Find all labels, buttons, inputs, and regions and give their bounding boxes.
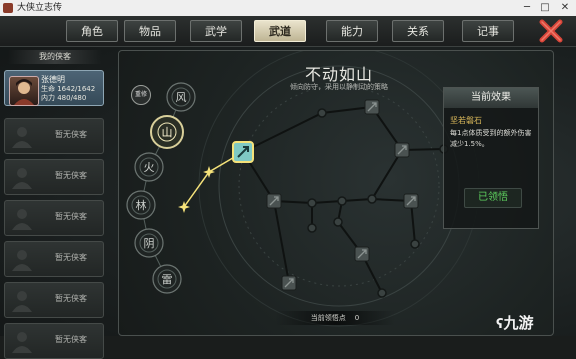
empty-slot-label: 暂无侠客 [55,294,87,303]
hero-sidebar: 我的侠客 张德明 生命 1642/1642 内力 480/480 暂无侠客暂无侠… [0,48,110,359]
locked-skill-icon[interactable] [354,246,370,262]
locked-skill-icon[interactable] [266,193,282,209]
tab-journal[interactable]: 记事 [462,20,514,42]
window-close-button[interactable]: ✕ [558,0,572,16]
insight-points-value: 0 [354,314,360,322]
stance-node[interactable]: 雷 [152,264,182,294]
effect-name: 坚若磐石 [450,116,482,125]
hero-slot-empty[interactable]: 暂无侠客 [4,159,104,195]
maximize-button[interactable]: □ [538,0,552,16]
effect-header: 当前效果 [444,88,538,108]
stance-node[interactable]: 火 [134,152,164,182]
star-icon [203,166,215,178]
skill-node[interactable] [307,198,317,208]
window-title: 大侠立志传 [17,3,63,13]
silhouette-icon [12,168,32,189]
stance-label: 雷 [162,273,173,286]
hero-slot-empty[interactable]: 暂无侠客 [4,118,104,154]
star-icon [178,201,190,213]
effect-description: 每1点体质受到的额外伤害减少1.5%。 [450,129,532,148]
stance-label: 林 [136,198,147,212]
hero-slot-empty[interactable]: 暂无侠客 [4,241,104,277]
hero-slot-empty[interactable]: 暂无侠客 [4,323,104,359]
app-icon [3,3,13,13]
silhouette-icon [12,209,32,230]
empty-slot-label: 暂无侠客 [55,253,87,262]
tab-bar: 角色 物品 武学 武道 能力 关系 记事 [0,16,576,47]
realm-badge[interactable]: 重修 [131,85,151,105]
skill-node[interactable] [410,239,420,249]
skill-node[interactable] [337,196,347,206]
sidebar-header: 我的侠客 [8,50,102,64]
game-screen: 角色 物品 武学 武道 能力 关系 记事 我的侠客 张德明 生命 1642/16… [0,16,576,359]
insight-points-bar: 当前领悟点 0 [275,311,395,325]
tab-abilities[interactable]: 能力 [326,20,378,42]
current-effect-panel: 当前效果 坚若磐石 每1点体质受到的额外伤害减少1.5%。 已领悟 [443,87,539,229]
hero-slot-empty[interactable]: 暂无侠客 [4,282,104,318]
tab-items[interactable]: 物品 [124,20,176,42]
stance-label: 阴 [144,237,155,250]
watermark-text: 九游 [503,314,534,332]
stance-label: 风 [176,91,187,104]
stance-node[interactable]: 林 [126,190,156,220]
skill-node[interactable] [367,194,377,204]
martial-path-panel: 风山火林阴雷 重修 不动如山 倾向防守，采用以静制动的策略 当前效果 坚若磐石 … [118,50,554,336]
locked-skill-icon[interactable] [281,275,297,291]
empty-slot-label: 暂无侠客 [55,130,87,139]
tab-character[interactable]: 角色 [66,20,118,42]
learned-skill-icon[interactable] [232,141,254,163]
insight-points-label: 当前领悟点 [310,314,346,322]
minimize-button[interactable]: ─ [520,0,534,16]
tab-relations[interactable]: 关系 [392,20,444,42]
tab-martial-arts[interactable]: 武学 [190,20,242,42]
stance-label: 火 [144,161,155,174]
empty-slot-label: 暂无侠客 [55,212,87,221]
empty-slot-label: 暂无侠客 [55,171,87,180]
silhouette-icon [12,332,32,353]
title-bar: 大侠立志传 ─ □ ✕ [0,0,576,16]
stance-label: 山 [162,126,173,139]
skill-node[interactable] [333,217,343,227]
tab-martial-path[interactable]: 武道 [254,20,306,42]
silhouette-icon [12,127,32,148]
learned-status: 已领悟 [464,188,522,208]
silhouette-icon [12,250,32,271]
watermark-logo: ʕ九游 [496,314,534,332]
silhouette-icon [12,291,32,312]
hero-slot-empty[interactable]: 暂无侠客 [4,200,104,236]
close-icon[interactable] [538,18,564,44]
locked-skill-icon[interactable] [364,99,380,115]
skill-node[interactable] [317,108,327,118]
character-mp: 内力 480/480 [41,94,87,102]
stance-node[interactable]: 山 [150,115,184,149]
stance-node[interactable]: 风 [166,82,196,112]
hero-slot-active[interactable]: 张德明 生命 1642/1642 内力 480/480 [4,70,104,106]
locked-skill-icon[interactable] [394,142,410,158]
panel-subtitle: 倾向防守，采用以静制动的策略 [290,83,388,91]
stance-node[interactable]: 阴 [134,228,164,258]
skill-node[interactable] [377,288,387,298]
decorative-rings [198,51,480,327]
avatar [9,76,39,106]
locked-skill-icon[interactable] [403,193,419,209]
skill-node[interactable] [307,223,317,233]
